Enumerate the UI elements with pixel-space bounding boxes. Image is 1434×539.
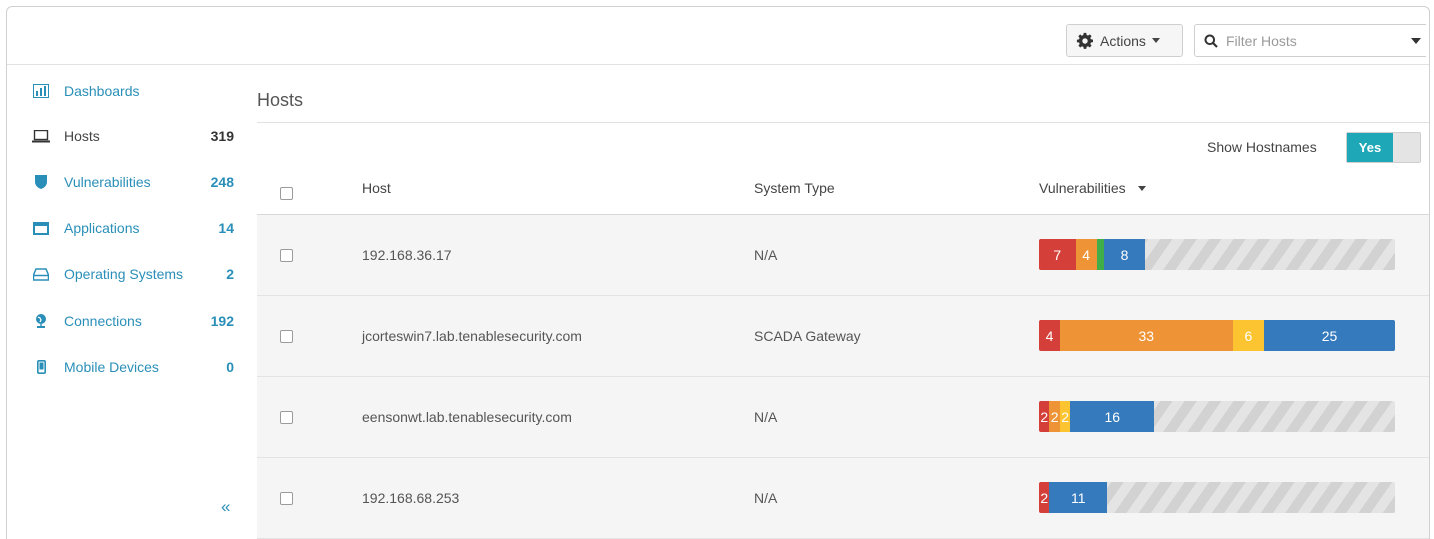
vulnerability-segment[interactable]: 6 [1232,320,1265,351]
host-cell: jcorteswin7.lab.tenablesecurity.com [362,328,582,344]
sidebar-item-count: 192 [210,313,234,329]
toggle-off-area [1393,133,1420,162]
column-header-host[interactable]: Host [362,180,391,196]
table-row[interactable]: 192.168.68.253 N/A 2 11 [257,458,1429,539]
sort-down-icon[interactable] [1137,186,1146,191]
vulnerability-segment[interactable]: 2 [1059,401,1071,432]
host-cell: 192.168.68.253 [362,490,460,506]
chevron-down-icon [1151,38,1160,43]
window-icon [32,219,50,237]
sidebar: Dashboards Hosts 319 Vulnerabilities 248… [7,66,247,539]
vulnerability-segment[interactable]: 7 [1039,239,1076,270]
host-cell: 192.168.36.17 [362,247,452,263]
vulnerability-bar[interactable]: 2 11 [1039,482,1395,513]
sidebar-item-count: 14 [218,220,234,236]
sidebar-item-hosts[interactable]: Hosts 319 [32,124,242,148]
system-type-cell: N/A [754,490,778,506]
row-checkbox[interactable] [280,330,293,343]
actions-button[interactable]: Actions [1066,24,1183,57]
sidebar-item-label: Vulnerabilities [64,174,151,190]
table-row[interactable]: eensonwt.lab.tenablesecurity.com N/A 222… [257,377,1429,458]
sidebar-item-count: 0 [226,359,234,375]
filter-hosts-field[interactable] [1194,24,1426,57]
vulnerability-segment[interactable]: 33 [1059,320,1233,351]
vulnerability-segment[interactable]: 8 [1103,239,1146,270]
vulnerability-segment[interactable]: 11 [1049,482,1108,513]
vulnerability-segment[interactable]: 4 [1075,239,1097,270]
page-title: Hosts [257,90,304,110]
vulnerability-segment[interactable]: 2 [1049,401,1060,432]
show-hostnames-toggle[interactable]: Yes [1346,132,1421,163]
mobile-icon [32,358,50,376]
collapse-sidebar-button[interactable]: « [221,497,230,517]
sidebar-item-operating-systems[interactable]: Operating Systems 2 [32,262,242,286]
row-checkbox[interactable] [280,411,293,424]
select-all-checkbox[interactable] [280,187,293,200]
filter-dropdown-icon[interactable] [1411,38,1421,44]
system-type-cell: N/A [754,247,778,263]
vulnerability-bar[interactable]: 748 [1039,239,1395,270]
vulnerability-segment[interactable]: 4 [1039,320,1060,351]
shield-icon [32,173,50,191]
sidebar-item-vulnerabilities[interactable]: Vulnerabilities 248 [32,170,242,194]
top-toolbar: Actions [7,7,1429,65]
sidebar-item-applications[interactable]: Applications 14 [32,216,242,240]
vulnerability-bar[interactable]: 2 2 2 16 [1039,401,1395,432]
laptop-icon [32,127,50,145]
table-header: Host System Type Vulnerabilities [257,167,1429,215]
gear-icon [1076,32,1094,49]
divider [257,122,1429,123]
system-type-cell: N/A [754,409,778,425]
hard-drive-icon [32,265,50,283]
sidebar-item-count: 319 [210,128,234,144]
hosts-table: Host System Type Vulnerabilities 192.168… [257,167,1429,539]
vulnerability-segment[interactable] [1096,239,1104,270]
sidebar-item-label: Dashboards [64,83,140,99]
table-row[interactable]: 192.168.36.17 N/A 748 [257,215,1429,296]
sidebar-item-label: Operating Systems [64,266,184,282]
toggle-on-label: Yes [1347,133,1393,162]
sidebar-item-dashboards[interactable]: Dashboards [32,79,242,103]
actions-label: Actions [1100,32,1146,49]
sidebar-item-label: Connections [64,313,142,329]
system-type-cell: SCADA Gateway [754,328,861,344]
sidebar-item-count: 2 [226,266,234,282]
sidebar-item-label: Mobile Devices [64,359,159,375]
sidebar-item-label: Applications [64,220,140,236]
vulnerability-segment[interactable]: 25 [1264,320,1395,351]
search-icon [1204,34,1218,48]
host-cell: eensonwt.lab.tenablesecurity.com [362,409,572,425]
bar-chart-icon [32,82,50,100]
globe-icon [32,312,50,330]
column-header-vulnerabilities[interactable]: Vulnerabilities [1039,180,1146,196]
vulnerability-segment[interactable]: 16 [1070,401,1155,432]
row-checkbox[interactable] [280,249,293,262]
app-window: Actions Dashboards Hosts 319 [6,6,1430,539]
sidebar-item-connections[interactable]: Connections 192 [32,309,242,333]
filter-hosts-input[interactable] [1226,32,1396,49]
table-row[interactable]: jcorteswin7.lab.tenablesecurity.com SCAD… [257,296,1429,377]
sidebar-item-count: 248 [210,174,234,190]
vulnerability-segment[interactable]: 2 [1039,401,1050,432]
show-hostnames-label: Show Hostnames [1207,139,1317,155]
sidebar-item-label: Hosts [64,128,100,144]
sidebar-item-mobile-devices[interactable]: Mobile Devices 0 [32,355,242,379]
column-header-system-type[interactable]: System Type [754,180,835,196]
vulnerability-bar[interactable]: 4 33 6 25 [1039,320,1395,351]
vulnerability-segment[interactable]: 2 [1039,482,1050,513]
column-header-label: Vulnerabilities [1039,180,1126,196]
row-checkbox[interactable] [280,492,293,505]
